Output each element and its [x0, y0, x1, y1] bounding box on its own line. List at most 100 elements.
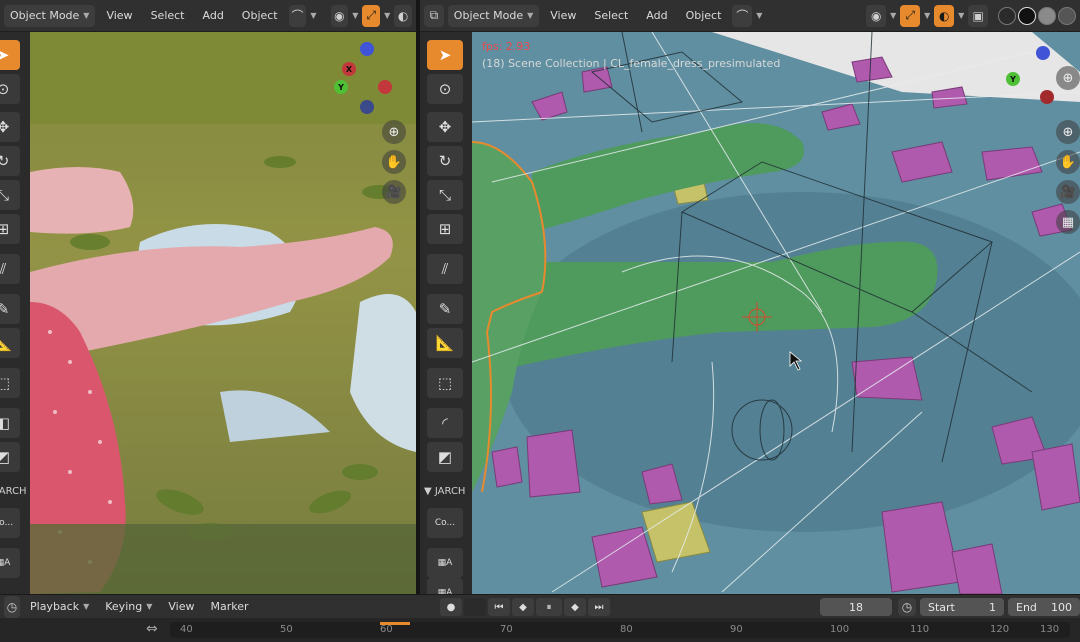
z-axis-gizmo-icon[interactable] [360, 42, 374, 56]
rotate-icon[interactable]: ↻ [427, 146, 463, 176]
visibility-eye-icon[interactable]: ◉ [330, 4, 349, 27]
playhead-marker[interactable] [380, 622, 410, 625]
jump-end-icon[interactable]: ⏭ [588, 598, 610, 616]
zoom-icon[interactable]: ⊕ [382, 120, 406, 144]
bisect-icon[interactable]: ◩ [427, 442, 463, 472]
timeline-ruler[interactable]: 40 50 60 70 80 90 100 110 120 130 [170, 622, 1070, 638]
gizmo-toggle-icon[interactable]: ⤢ [900, 4, 921, 27]
pause-icon[interactable]: ⏸ [536, 598, 562, 616]
measure-icon[interactable]: 📐 [0, 328, 20, 358]
annotate-icon[interactable]: ⫽ [0, 254, 20, 284]
material-shading-icon[interactable] [1038, 6, 1057, 25]
y-axis-gizmo-icon[interactable]: Y [334, 80, 348, 94]
camera-view-icon[interactable]: 🎥 [382, 180, 406, 204]
add-cube-icon[interactable]: ⬚ [0, 368, 20, 398]
z-neg-axis-gizmo-icon[interactable] [360, 100, 374, 114]
grid-a-label: A [446, 558, 453, 568]
grid-a-button[interactable]: ▦A [427, 548, 463, 578]
select-cursor-icon[interactable]: ➤ [427, 40, 463, 70]
overlay-toggle-icon[interactable]: ◐ [394, 4, 412, 27]
right-menu-select[interactable]: Select [587, 5, 635, 27]
left-menu-add[interactable]: Add [196, 5, 231, 27]
annotate-icon[interactable]: ⫽ [427, 254, 463, 284]
scale-icon[interactable]: ⤡ [427, 180, 463, 210]
left-mode-selector[interactable]: Object Mode ▼ [4, 4, 96, 27]
right-menu-add[interactable]: Add [639, 5, 674, 27]
x-neg-axis-gizmo-icon[interactable] [378, 80, 392, 94]
timeline-view-menu[interactable]: View [162, 600, 200, 613]
playback-menu[interactable]: Playback ▼ [24, 600, 95, 613]
y-axis-gizmo-icon[interactable]: Y [1006, 72, 1020, 86]
start-frame-field[interactable]: Start 1 [920, 598, 1004, 616]
timeline-body[interactable]: ⇔ 40 50 60 70 80 90 100 110 120 130 [0, 618, 1080, 642]
right-menu-view[interactable]: View [543, 5, 583, 27]
gizmo-toggle-icon[interactable]: ⤢ [362, 4, 381, 27]
left-menu-view[interactable]: View [99, 5, 139, 27]
knife-icon[interactable]: ◧ [0, 408, 20, 438]
jump-start-icon[interactable]: ⏮ [488, 598, 510, 616]
grid-a-label: A [4, 558, 11, 568]
record-icon[interactable]: ● [440, 598, 462, 616]
left-menu-object[interactable]: Object [235, 5, 285, 27]
stopwatch-icon[interactable]: ◷ [898, 598, 916, 616]
end-frame-field[interactable]: End 100 [1008, 598, 1080, 616]
transform-icon[interactable]: ⊞ [427, 214, 463, 244]
cursor-icon[interactable]: ⊙ [0, 74, 20, 104]
prev-keyframe-icon[interactable]: ◆ [512, 598, 534, 616]
wireframe-shading-icon[interactable] [998, 6, 1017, 25]
grid-a2-button[interactable]: ▦ A [427, 578, 463, 594]
annotate-line-icon[interactable]: ✎ [427, 294, 463, 324]
right-menu-object[interactable]: Object [679, 5, 729, 27]
add-cube-icon[interactable]: ⬚ [427, 368, 463, 398]
toolbar-section-label: ▼ JARCH [424, 486, 466, 497]
collection-button[interactable]: Co... [427, 508, 463, 538]
left-render-scene [30, 32, 416, 594]
fps-readout: fps: 2.93 [482, 40, 531, 53]
x-axis-gizmo-icon[interactable]: X [342, 62, 356, 76]
editor-type-icon[interactable]: ⧉ [424, 4, 444, 27]
select-cursor-icon[interactable]: ➤ [0, 40, 20, 70]
annotate-line-icon[interactable]: ✎ [0, 294, 20, 324]
collection-button[interactable]: Co... [0, 508, 20, 538]
cursor-icon[interactable]: ⊙ [427, 74, 463, 104]
grid-a-button[interactable]: ▦A [0, 548, 20, 578]
left-menu-select[interactable]: Select [144, 5, 192, 27]
marker-menu[interactable]: Marker [204, 600, 254, 613]
ortho-grid-icon[interactable]: ▦ [1056, 210, 1080, 234]
move-icon[interactable]: ✥ [0, 112, 20, 142]
z-axis-gizmo-icon[interactable] [1036, 46, 1050, 60]
visibility-eye-icon[interactable]: ◉ [866, 4, 887, 27]
solid-shading-icon[interactable] [1018, 6, 1037, 25]
overlay-toggle-icon[interactable]: ◐ [934, 4, 955, 27]
scale-icon[interactable]: ⤡ [0, 180, 20, 210]
right-3d-viewport-area: ⧉ Object Mode ▼ View Select Add Object ⌒… [420, 0, 1080, 594]
spacer [464, 598, 486, 616]
bisect-icon[interactable]: ◩ [0, 442, 20, 472]
measure-icon[interactable]: 📐 [427, 328, 463, 358]
rendered-shading-icon[interactable] [1058, 6, 1077, 25]
zoom-icon[interactable]: ⊕ [1056, 66, 1080, 90]
camera-view-icon[interactable]: 🎥 [1056, 180, 1080, 204]
xray-toggle-icon[interactable]: ▣ [968, 4, 989, 27]
x-neg-axis-gizmo-icon[interactable] [1040, 90, 1054, 104]
transform-orientation-icon[interactable]: ⌒ [732, 4, 753, 27]
current-frame-field[interactable]: 18 [820, 598, 892, 616]
zoom-in-icon[interactable]: ⊕ [1056, 120, 1080, 144]
right-viewport-render[interactable]: Y ⊕ ⊕ ✋ 🎥 ▦ [472, 32, 1080, 594]
transform-icon[interactable]: ⊞ [0, 214, 20, 244]
left-viewport-header: Object Mode ▼ View Select Add Object ⌒ ▼… [0, 0, 416, 32]
right-mode-selector[interactable]: Object Mode ▼ [447, 4, 540, 27]
transform-orientation-icon[interactable]: ⌒ [288, 4, 307, 27]
ruler-number: 60 [380, 624, 393, 635]
chevron-down-icon: ▼ [384, 11, 391, 20]
left-viewport-render[interactable]: X Y ⊕ ✋ 🎥 [30, 32, 416, 594]
rotate-icon[interactable]: ↻ [0, 146, 20, 176]
move-icon[interactable]: ✥ [427, 112, 463, 142]
pan-hand-icon[interactable]: ✋ [382, 150, 406, 174]
editor-type-icon[interactable]: ◷ [4, 595, 20, 618]
knife-icon[interactable]: ◜ [427, 408, 463, 438]
horizontal-resize-icon[interactable]: ⇔ [146, 621, 158, 637]
keying-menu[interactable]: Keying ▼ [99, 600, 158, 613]
next-keyframe-icon[interactable]: ◆ [564, 598, 586, 616]
pan-hand-icon[interactable]: ✋ [1056, 150, 1080, 174]
